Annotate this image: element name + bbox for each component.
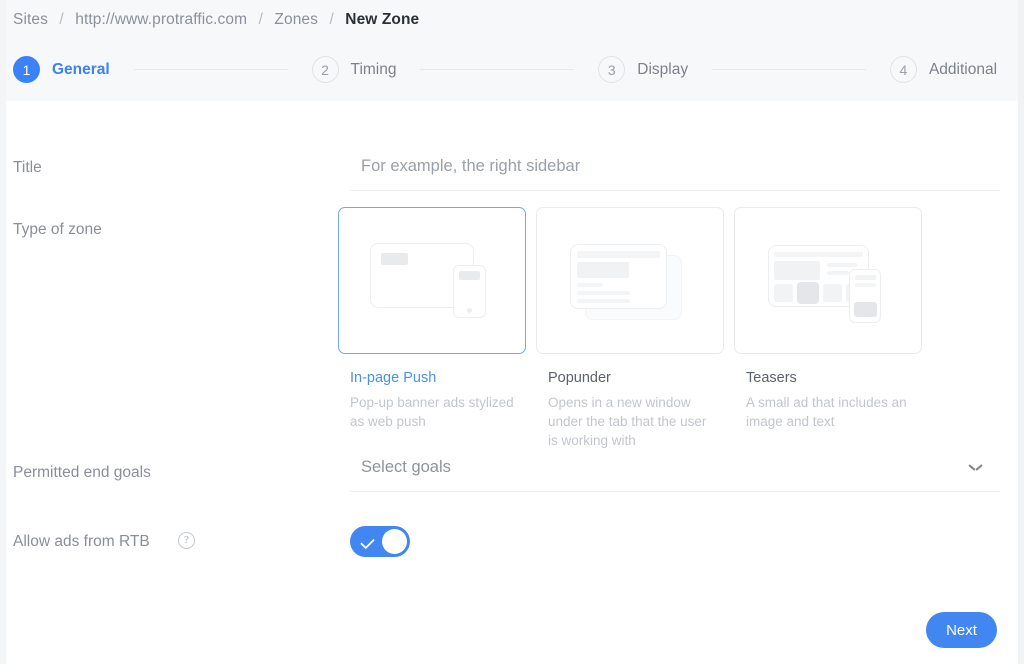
- breadcrumb-item-sites[interactable]: Sites: [13, 11, 48, 28]
- title-label: Title: [13, 159, 42, 176]
- zone-type-desc-teasers: A small ad that includes an image and te…: [746, 395, 907, 429]
- step-number-2: 2: [311, 56, 339, 83]
- zone-type-desc-in-page-push: Pop-up banner ads stylized as web push: [350, 395, 514, 429]
- page-header: Sites / http://www.protraffic.com / Zone…: [0, 0, 1024, 101]
- breadcrumb-separator: /: [258, 11, 263, 28]
- zone-type-name-in-page-push: In-page Push: [350, 370, 437, 386]
- step-display[interactable]: 3 Display: [598, 56, 688, 83]
- step-label-timing: Timing: [350, 60, 397, 78]
- zone-type-name-popunder: Popunder: [548, 370, 611, 386]
- next-button[interactable]: Next: [926, 612, 997, 648]
- breadcrumb-separator: /: [59, 11, 64, 28]
- title-input[interactable]: [350, 157, 1000, 191]
- step-connector-3: [712, 69, 866, 70]
- toggle-knob: [382, 529, 407, 554]
- step-label-general: General: [52, 60, 110, 78]
- zone-type-name-teasers: Teasers: [746, 370, 797, 386]
- step-label-display: Display: [637, 60, 689, 78]
- grid-page-and-phone-icon: [735, 208, 921, 353]
- zone-type-thumb-popunder[interactable]: [536, 207, 724, 354]
- breadcrumb-item-zones[interactable]: Zones: [274, 11, 318, 28]
- permitted-end-goals-label: Permitted end goals: [13, 464, 151, 481]
- step-number-3: 3: [598, 56, 626, 83]
- breadcrumb: Sites / http://www.protraffic.com / Zone…: [13, 11, 419, 29]
- permitted-end-goals-value: Select goals: [361, 458, 451, 476]
- type-of-zone-label: Type of zone: [13, 221, 102, 238]
- desktop-and-phone-icon: [339, 208, 525, 353]
- wizard-stepper: 1 General 2 Timing 3 Display 4 Additiona…: [13, 56, 997, 83]
- step-additional[interactable]: 4 Additional: [889, 56, 998, 83]
- zone-type-options: In-page Push Pop-up banner ads stylized …: [338, 207, 922, 450]
- page-edge-right: [1018, 0, 1024, 664]
- step-general[interactable]: 1 General: [13, 56, 110, 83]
- breadcrumb-item-new-zone: New Zone: [345, 11, 420, 28]
- check-icon: [360, 534, 375, 549]
- step-label-additional: Additional: [928, 60, 998, 78]
- page-edge-left: [0, 0, 6, 664]
- zone-type-thumb-teasers[interactable]: [734, 207, 922, 354]
- zone-type-option-popunder[interactable]: Popunder Opens in a new window under the…: [536, 207, 724, 450]
- new-zone-form: Title Type of zone In-page Push: [0, 101, 1024, 664]
- step-number-4: 4: [889, 56, 917, 83]
- help-icon[interactable]: ?: [178, 532, 195, 549]
- allow-rtb-label: Allow ads from RTB: [13, 533, 150, 550]
- zone-type-thumb-in-page-push[interactable]: [338, 207, 526, 354]
- chevron-down-icon[interactable]: [969, 464, 982, 472]
- breadcrumb-item-site-url[interactable]: http://www.protraffic.com: [75, 11, 247, 28]
- step-timing[interactable]: 2 Timing: [311, 56, 397, 83]
- stacked-windows-icon: [537, 208, 723, 353]
- step-connector-1: [133, 69, 288, 70]
- breadcrumb-separator: /: [329, 11, 334, 28]
- zone-type-option-in-page-push[interactable]: In-page Push Pop-up banner ads stylized …: [338, 207, 526, 450]
- allow-rtb-toggle[interactable]: [350, 526, 410, 557]
- step-number-1: 1: [13, 56, 40, 83]
- zone-type-desc-popunder: Opens in a new window under the tab that…: [548, 395, 707, 448]
- permitted-end-goals-select[interactable]: Select goals: [350, 458, 1000, 492]
- title-input-wrapper: [350, 157, 1000, 191]
- zone-type-option-teasers[interactable]: Teasers A small ad that includes an imag…: [734, 207, 922, 450]
- step-connector-2: [420, 69, 575, 70]
